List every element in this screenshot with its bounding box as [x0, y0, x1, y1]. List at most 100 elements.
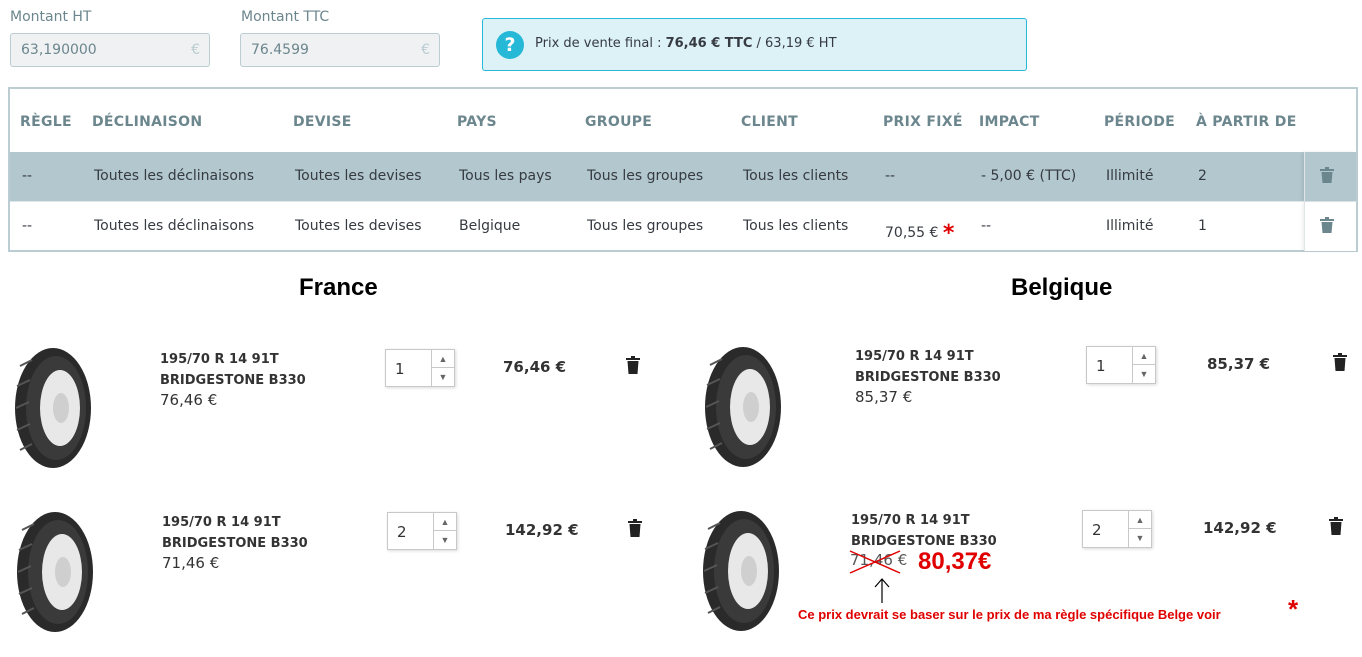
product-name: 195/70 R 14 91T BRIDGESTONE B330 — [855, 346, 1001, 388]
line-total: 142,92 € — [1203, 519, 1277, 537]
montant-ttc-label: Montant TTC — [241, 9, 330, 25]
line-total: 85,37 € — [1207, 355, 1271, 373]
cell-groupe: Tous les groupes — [587, 168, 704, 184]
quantity-up-button[interactable]: ▲ — [1129, 511, 1151, 529]
annotation-star: * — [1288, 594, 1299, 624]
cell-groupe: Tous les groupes — [587, 218, 704, 234]
header-pays: PAYS — [457, 114, 497, 130]
annotation-note: Ce prix devrait se baser sur le prix de … — [798, 607, 1221, 622]
tire-image — [17, 512, 93, 632]
cell-regle: -- — [22, 218, 33, 234]
product-brand: BRIDGESTONE B330 — [855, 370, 1001, 385]
currency-symbol: € — [421, 42, 430, 58]
cell-declinaison: Toutes les déclinaisons — [94, 168, 255, 184]
header-prix-fixe: PRIX FIXÉ — [883, 114, 963, 130]
product-unit-price: 76,46 € — [160, 391, 218, 409]
line-total: 142,92 € — [505, 521, 579, 539]
cell-client: Tous les clients — [743, 218, 849, 234]
cell-periode: Illimité — [1106, 218, 1154, 234]
final-price-text: Prix de vente final : 76,46 € TTC / 63,1… — [535, 36, 837, 51]
table-row[interactable]: -- Toutes les déclinaisons Toutes les de… — [10, 152, 1356, 201]
cell-a-partir-de: 2 — [1198, 168, 1207, 184]
delete-rule-button[interactable] — [1304, 202, 1356, 251]
cell-pays: Belgique — [459, 218, 521, 234]
trash-icon[interactable] — [1333, 353, 1347, 371]
montant-ht-value: 63,190000 — [21, 42, 97, 58]
product-unit-price: 85,37 € — [855, 388, 913, 406]
quantity-stepper[interactable]: 2 ▲ ▼ — [387, 512, 457, 550]
product-name: 195/70 R 14 91T BRIDGESTONE B330 — [162, 512, 308, 554]
product-unit-price: 71,46 € — [162, 554, 220, 572]
cell-devise: Toutes les devises — [295, 218, 422, 234]
question-icon: ? — [496, 31, 524, 59]
header-a-partir-de: À PARTIR DE — [1196, 114, 1297, 130]
currency-symbol: € — [191, 42, 200, 58]
quantity-down-button[interactable]: ▼ — [434, 531, 456, 549]
corrected-price: 80,37€ — [918, 548, 992, 575]
product-name: 195/70 R 14 91T BRIDGESTONE B330 — [160, 349, 306, 391]
final-price-suffix: / 63,19 € HT — [752, 36, 837, 51]
product-size: 195/70 R 14 91T — [162, 515, 281, 530]
cell-prix-fixe: -- — [885, 168, 896, 184]
montant-ttc-value: 76.4599 — [251, 42, 309, 58]
header-devise: DEVISE — [293, 114, 352, 130]
quantity-stepper[interactable]: 2 ▲ ▼ — [1082, 510, 1152, 548]
cross-out-mark — [849, 550, 901, 574]
final-price-ttc: 76,46 € TTC — [665, 36, 753, 51]
quantity-value: 2 — [397, 523, 407, 541]
header-client: CLIENT — [741, 114, 799, 130]
quantity-down-button[interactable]: ▼ — [1133, 365, 1155, 383]
product-size: 195/70 R 14 91T — [855, 349, 974, 364]
final-price-info-box: ? Prix de vente final : 76,46 € TTC / 63… — [482, 18, 1027, 71]
product-size: 195/70 R 14 91T — [160, 352, 279, 367]
cell-periode: Illimité — [1106, 168, 1154, 184]
cell-a-partir-de: 1 — [1198, 218, 1207, 234]
montant-ttc-input[interactable]: 76.4599 € — [240, 33, 440, 67]
header-groupe: GROUPE — [585, 114, 653, 130]
france-title: France — [299, 274, 378, 301]
product-name: 195/70 R 14 91T BRIDGESTONE B330 — [851, 510, 997, 552]
product-brand: BRIDGESTONE B330 — [162, 536, 308, 551]
cell-regle: -- — [22, 168, 33, 184]
trash-icon[interactable] — [1329, 517, 1343, 535]
header-periode: PÉRIODE — [1104, 114, 1175, 130]
annotation-star: * — [942, 221, 955, 246]
quantity-value: 2 — [1092, 521, 1102, 539]
table-row[interactable]: -- Toutes les déclinaisons Toutes les de… — [10, 201, 1356, 251]
product-size: 195/70 R 14 91T — [851, 513, 970, 528]
quantity-stepper[interactable]: 1 ▲ ▼ — [1086, 346, 1156, 384]
montant-ht-input[interactable]: 63,190000 € — [10, 33, 210, 67]
old-unit-price: 71,46 € — [849, 550, 907, 574]
cell-pays: Tous les pays — [459, 168, 552, 184]
header-declinaison: DÉCLINAISON — [92, 114, 203, 130]
final-price-prefix: Prix de vente final : — [535, 36, 666, 51]
product-brand: BRIDGESTONE B330 — [160, 373, 306, 388]
trash-icon — [1320, 167, 1334, 183]
delete-rule-button[interactable] — [1304, 152, 1356, 201]
cell-prix-fixe: 70,55 € * — [885, 218, 955, 246]
trash-icon[interactable] — [626, 356, 640, 374]
tire-image — [703, 511, 779, 631]
quantity-down-button[interactable]: ▼ — [1129, 529, 1151, 547]
arrow-up-icon — [874, 578, 890, 603]
line-total: 76,46 € — [503, 358, 567, 376]
quantity-value: 1 — [1096, 357, 1106, 375]
cell-impact: -- — [981, 218, 992, 234]
header-regle: RÈGLE — [20, 114, 72, 130]
quantity-up-button[interactable]: ▲ — [1133, 347, 1155, 365]
header-impact: IMPACT — [979, 114, 1040, 130]
quantity-up-button[interactable]: ▲ — [432, 350, 454, 368]
cell-impact: - 5,00 € (TTC) — [981, 168, 1077, 184]
specific-price-rules-table: RÈGLE DÉCLINAISON DEVISE PAYS GROUPE CLI… — [8, 87, 1358, 252]
trash-icon — [1320, 217, 1334, 233]
cell-client: Tous les clients — [743, 168, 849, 184]
tire-image — [15, 348, 91, 468]
trash-icon[interactable] — [628, 519, 642, 537]
cell-prix-fixe-value: 70,55 € — [885, 225, 939, 241]
cell-declinaison: Toutes les déclinaisons — [94, 218, 255, 234]
quantity-up-button[interactable]: ▲ — [434, 513, 456, 531]
quantity-value: 1 — [395, 360, 405, 378]
quantity-stepper[interactable]: 1 ▲ ▼ — [385, 349, 455, 387]
tire-image — [705, 347, 781, 467]
quantity-down-button[interactable]: ▼ — [432, 368, 454, 386]
